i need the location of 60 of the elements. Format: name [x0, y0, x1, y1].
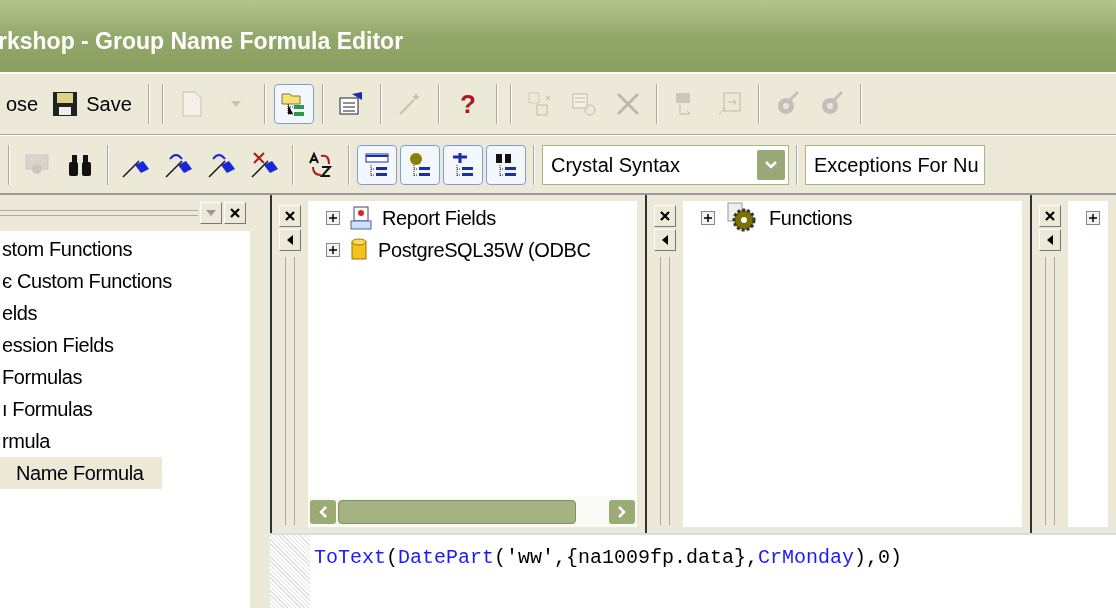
tree-item[interactable]: PostgreSQL35W (ODBC	[378, 235, 591, 265]
formula-editor[interactable]: ToText(DatePart('ww',{na1009fp.data},CrMonday),0)	[270, 533, 1116, 608]
close-icon	[285, 211, 295, 221]
scroll-left-button[interactable]	[279, 229, 301, 251]
report-icon	[350, 206, 372, 230]
expand-icon[interactable]	[326, 211, 340, 225]
sidebar-item[interactable]: Formulas	[0, 361, 91, 393]
scroll-thumb[interactable]	[338, 500, 576, 524]
triangle-left-icon	[287, 235, 293, 245]
syntax-dropdown[interactable]: Crystal Syntax	[542, 144, 789, 185]
sidebar-item[interactable]: elds	[0, 297, 46, 329]
tree-item[interactable]: Report Fields	[382, 203, 496, 233]
chevron-right-icon	[617, 505, 627, 519]
close-icon	[660, 211, 670, 221]
sidebar-item[interactable]: rmula	[0, 425, 58, 457]
chevron-left-icon	[318, 505, 328, 519]
tree-item[interactable]: Functions	[769, 203, 853, 233]
caret-icon	[206, 210, 216, 216]
close-icon	[1045, 211, 1055, 221]
expand-icon[interactable]	[326, 243, 340, 257]
scroll-left-button[interactable]	[1039, 229, 1061, 251]
triangle-left-icon	[1047, 235, 1053, 245]
sidebar-item[interactable]: ession Fields	[0, 329, 122, 361]
list-hand-icon	[569, 90, 598, 118]
cross-icon	[614, 91, 641, 117]
page-icon	[180, 91, 203, 117]
sidebar-item[interactable]: Name Formula	[0, 457, 162, 489]
sidebar-item[interactable]: ı Formulas	[0, 393, 101, 425]
close-button[interactable]	[654, 205, 676, 227]
splitter-grip[interactable]	[660, 257, 670, 525]
flag-cross-icon	[250, 150, 280, 179]
sidebar-item[interactable]: є Custom Functions	[0, 265, 180, 297]
triangle-left-icon	[662, 235, 668, 245]
close-button[interactable]	[279, 205, 301, 227]
caret-icon	[230, 101, 241, 107]
scroll-left-button[interactable]	[654, 229, 676, 251]
dropdown-button[interactable]	[200, 202, 222, 224]
help-button[interactable]: ?	[447, 84, 488, 124]
expand-icon[interactable]	[701, 211, 715, 225]
splitter-grip[interactable]	[1045, 257, 1055, 525]
operator-tree-button[interactable]	[443, 144, 483, 185]
function-tree-button[interactable]	[400, 144, 440, 185]
splitter-grip[interactable]	[285, 257, 295, 525]
field-tree-button[interactable]	[357, 144, 397, 185]
list-tree-icon	[363, 150, 391, 179]
close-button[interactable]	[224, 202, 246, 224]
cylinder-icon	[350, 238, 368, 262]
sidebar-item[interactable]: stom Functions	[0, 233, 140, 265]
exceptions-dropdown[interactable]: Exceptions For Nu	[805, 144, 985, 185]
close-button[interactable]	[1039, 205, 1061, 227]
tree-view-button[interactable]	[273, 84, 314, 124]
close-icon	[230, 208, 240, 218]
formula-text: ToText(DatePart('ww',{na1009fp.data},CrMonday),0)	[313, 545, 903, 571]
horizontal-scrollbar[interactable]	[308, 497, 637, 527]
sort-icon	[307, 150, 335, 179]
window-title: rkshop - Group Name Formula Editor	[0, 26, 404, 56]
expand-icon[interactable]	[1086, 211, 1100, 225]
find-tree-button[interactable]	[486, 144, 526, 185]
close-button[interactable]: ose	[4, 84, 41, 124]
save-button[interactable]: Save	[44, 84, 140, 124]
